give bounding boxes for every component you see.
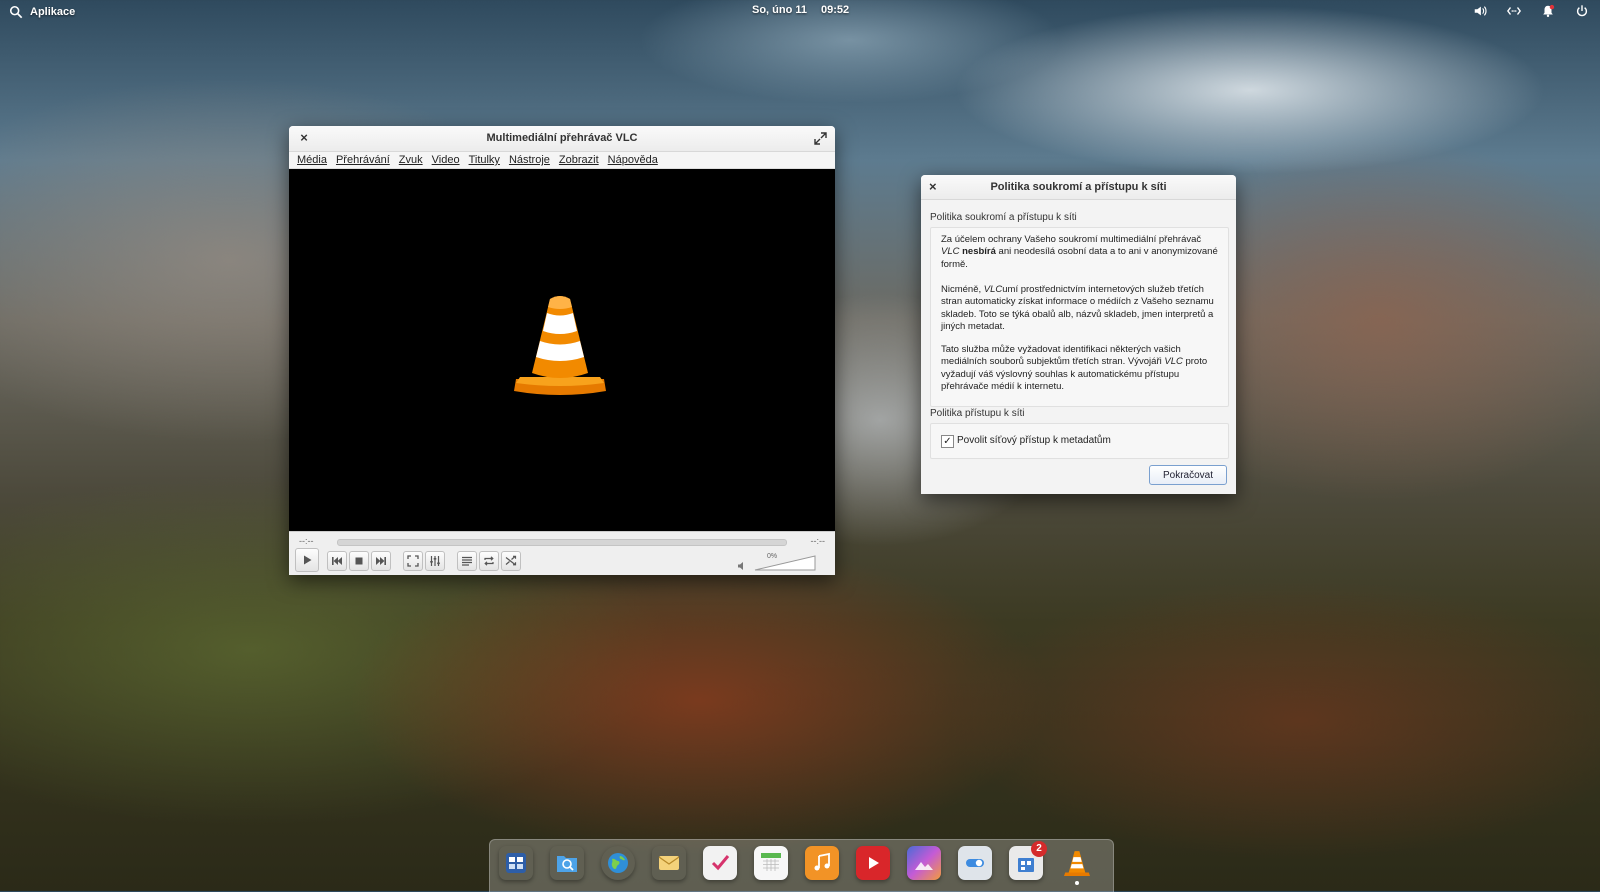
maximize-icon[interactable] [814, 132, 827, 145]
notification-icon[interactable] [1540, 3, 1556, 19]
playback-controls: --:-- --:-- 0% [289, 531, 835, 575]
network-panel: ✓ Povolit síťový přístup k metadatům [930, 423, 1229, 459]
dock-photos[interactable] [907, 846, 941, 880]
menu-video[interactable]: Video [428, 152, 465, 168]
next-icon [376, 557, 386, 565]
network-icon[interactable] [1506, 3, 1522, 19]
applications-menu[interactable]: Aplikace [8, 4, 75, 20]
running-indicator [1075, 881, 1079, 885]
menu-view[interactable]: Zobrazit [555, 152, 604, 168]
playlist-button[interactable] [457, 551, 477, 571]
menu-audio[interactable]: Zvuk [395, 152, 428, 168]
music-icon [814, 852, 830, 871]
vlc-window: × Multimediální přehrávač VLC Média Přeh… [289, 126, 835, 575]
shuffle-button[interactable] [501, 551, 521, 571]
dock-multitasking-view[interactable] [499, 846, 533, 880]
dialog-title: Politika soukromí a přístupu k síti [990, 181, 1167, 193]
power-icon[interactable] [1574, 3, 1590, 19]
search-icon [8, 4, 24, 20]
next-button[interactable] [371, 551, 391, 571]
loop-icon [484, 556, 494, 566]
applications-label: Aplikace [30, 6, 76, 18]
speaker-icon[interactable] [737, 561, 747, 571]
video-area[interactable] [289, 169, 835, 531]
dock-files[interactable] [550, 846, 584, 880]
metadata-access-checkbox[interactable]: ✓ [941, 435, 954, 448]
menu-subtitles[interactable]: Titulky [465, 152, 505, 168]
dock-appcenter[interactable]: 2 [1009, 841, 1047, 880]
network-section-label: Politika přístupu k síti [930, 408, 1025, 419]
privacy-section-label: Politika soukromí a přístupu k síti [930, 212, 1077, 223]
volume-icon[interactable] [1472, 3, 1488, 19]
files-icon [557, 856, 577, 872]
playlist-icon [462, 556, 472, 566]
dock-web-browser[interactable] [601, 846, 635, 880]
volume-slider[interactable] [754, 553, 816, 571]
dock-videos[interactable] [856, 846, 890, 880]
privacy-paragraph-1: Za účelem ochrany Vašeho soukromí multim… [941, 234, 1218, 270]
top-panel: Aplikace So, úno 11 09:52 [0, 0, 1600, 22]
fullscreen-button[interactable] [403, 551, 423, 571]
videos-icon [869, 857, 879, 869]
fullscreen-icon [407, 555, 419, 567]
shuffle-icon [505, 555, 517, 566]
time-label: 09:52 [821, 4, 850, 16]
dock: 2 [489, 839, 1114, 892]
privacy-paragraph-3: Tato služba může vyžadovat identifikaci … [941, 344, 1208, 393]
dock-settings[interactable] [958, 846, 992, 880]
play-icon [304, 555, 312, 565]
menu-media[interactable]: Média [293, 152, 332, 168]
total-time: --:-- [810, 536, 826, 546]
settings-icon [966, 859, 984, 867]
vlc-cone-logo [514, 296, 606, 395]
date-label: So, úno 11 [752, 4, 808, 16]
seek-bar[interactable] [337, 539, 787, 546]
photos-icon [915, 862, 933, 870]
vlc-titlebar[interactable]: × Multimediální přehrávač VLC [289, 126, 835, 152]
dialog-titlebar[interactable]: × Politika soukromí a přístupu k síti [921, 175, 1236, 200]
mail-icon [658, 856, 680, 870]
previous-icon [332, 557, 342, 565]
dock-vlc[interactable] [1060, 846, 1094, 885]
privacy-dialog: × Politika soukromí a přístupu k síti Po… [921, 175, 1236, 494]
dock-mail[interactable] [652, 846, 686, 880]
equalizer-icon [430, 556, 440, 566]
continue-button[interactable]: Pokračovat [1149, 465, 1227, 485]
play-button[interactable] [295, 548, 319, 572]
menu-help[interactable]: Nápověda [604, 152, 663, 168]
date-time-indicator[interactable]: So, úno 11 09:52 [752, 4, 849, 16]
update-count-badge: 2 [1031, 841, 1047, 857]
privacy-paragraph-2: Nicméně, VLCumí prostřednictvím internet… [941, 284, 1214, 333]
tasks-icon [711, 855, 730, 871]
loop-button[interactable] [479, 551, 499, 571]
stop-button[interactable] [349, 551, 369, 571]
menu-playback[interactable]: Přehrávání [332, 152, 395, 168]
menu-bar: Média Přehrávání Zvuk Video Titulky Nást… [289, 152, 835, 169]
window-title: Multimediální přehrávač VLC [486, 132, 638, 144]
multitasking-view-icon [506, 853, 526, 873]
vlc-icon [1064, 851, 1090, 876]
elapsed-time: --:-- [299, 536, 314, 546]
indicators [1472, 3, 1590, 19]
dock-music[interactable] [805, 846, 839, 880]
metadata-access-label[interactable]: Povolit síťový přístup k metadatům [957, 435, 1111, 446]
calendar-icon [761, 853, 781, 871]
menu-tools[interactable]: Nástroje [505, 152, 555, 168]
previous-button[interactable] [327, 551, 347, 571]
web-browser-icon [608, 853, 628, 873]
privacy-panel: Za účelem ochrany Vašeho soukromí multim… [930, 227, 1229, 407]
extended-settings-button[interactable] [425, 551, 445, 571]
stop-icon [355, 557, 363, 565]
dock-calendar[interactable] [754, 846, 788, 880]
dock-tasks[interactable] [703, 846, 737, 880]
